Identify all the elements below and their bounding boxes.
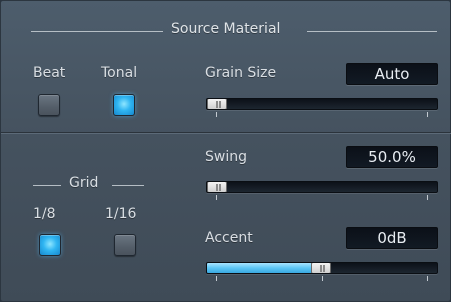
grid-option-eighth-button[interactable] xyxy=(39,234,61,256)
accent-label: Accent xyxy=(205,230,253,246)
title-rule-right xyxy=(307,31,437,32)
section-title: Source Material xyxy=(171,21,281,37)
grid-option-eighth-label: 1/8 xyxy=(33,206,56,222)
flex-time-panel: Source Material Beat Tonal Grain Size Au… xyxy=(0,0,451,302)
grain-size-slider[interactable] xyxy=(206,98,438,110)
grid-rule-left xyxy=(33,185,61,186)
grain-size-tick-end xyxy=(427,112,428,117)
tonal-label: Tonal xyxy=(101,65,138,81)
grain-size-tick-start xyxy=(216,112,217,117)
grain-size-value[interactable]: Auto xyxy=(346,63,438,85)
accent-tick-start xyxy=(216,276,217,281)
title-rule-left xyxy=(31,31,163,32)
swing-value[interactable]: 50.0% xyxy=(346,146,438,168)
swing-label: Swing xyxy=(205,149,247,165)
grid-option-sixteenth-label: 1/16 xyxy=(105,206,137,222)
grain-size-slider-thumb[interactable] xyxy=(207,99,227,109)
tonal-button[interactable] xyxy=(113,94,135,116)
accent-slider[interactable] xyxy=(206,262,438,274)
section-divider xyxy=(1,132,451,133)
grid-label: Grid xyxy=(69,175,99,191)
grain-size-label: Grain Size xyxy=(205,65,277,81)
swing-tick-start xyxy=(216,195,217,200)
beat-label: Beat xyxy=(33,65,66,81)
swing-slider-thumb[interactable] xyxy=(207,182,227,192)
swing-tick-end xyxy=(427,195,428,200)
swing-slider[interactable] xyxy=(206,181,438,193)
accent-slider-thumb[interactable] xyxy=(311,263,331,273)
beat-button[interactable] xyxy=(38,94,60,116)
accent-value[interactable]: 0dB xyxy=(346,227,438,249)
grid-rule-right xyxy=(112,185,144,186)
accent-tick-center xyxy=(322,276,323,281)
accent-tick-end xyxy=(427,276,428,281)
accent-slider-fill xyxy=(207,263,319,273)
grid-option-sixteenth-button[interactable] xyxy=(114,234,136,256)
